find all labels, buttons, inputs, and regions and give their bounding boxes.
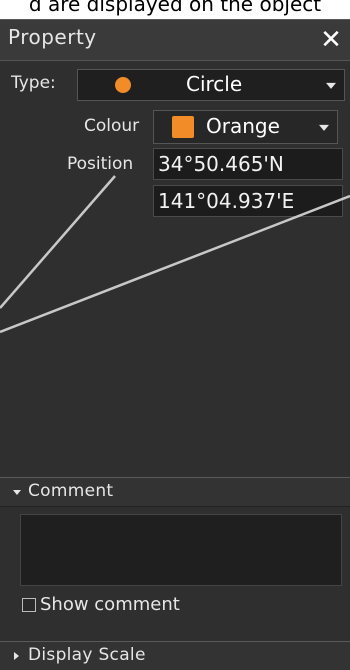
orange-swatch-icon xyxy=(172,116,194,138)
chevron-down-icon xyxy=(319,124,329,131)
latitude-field[interactable]: 34°50.465'N xyxy=(153,148,343,180)
colour-select[interactable]: Orange xyxy=(153,110,338,144)
close-button[interactable]: ✕ xyxy=(316,25,346,55)
page: d are displayed on the object Property ✕… xyxy=(0,0,350,670)
type-value: Circle xyxy=(186,72,243,96)
comment-textarea[interactable] xyxy=(20,514,342,586)
display-scale-section-label: Display Scale xyxy=(28,645,146,665)
type-label: Type: xyxy=(11,73,56,93)
orange-circle-icon xyxy=(115,77,131,93)
expand-down-icon xyxy=(13,490,21,495)
panel-title: Property xyxy=(8,25,97,49)
colour-value: Orange xyxy=(206,114,280,138)
panel-header: Property ✕ xyxy=(0,20,350,61)
type-select[interactable]: Circle xyxy=(77,69,345,101)
display-scale-section-header[interactable]: Display Scale xyxy=(0,641,350,670)
position-label: Position xyxy=(67,154,134,174)
show-comment-checkbox[interactable] xyxy=(22,598,36,612)
comment-section-header[interactable]: Comment xyxy=(0,477,350,507)
close-icon: ✕ xyxy=(320,25,342,55)
chevron-down-icon xyxy=(326,82,336,89)
expand-right-icon xyxy=(14,652,19,660)
longitude-field[interactable]: 141°04.937'E xyxy=(153,185,343,217)
colour-label: Colour xyxy=(84,116,140,136)
comment-section-label: Comment xyxy=(28,481,114,501)
property-panel: Property ✕ Type: Circle Colour Orange Po… xyxy=(0,19,350,670)
show-comment-label: Show comment xyxy=(40,594,180,615)
caption-text: d are displayed on the object xyxy=(28,0,322,16)
